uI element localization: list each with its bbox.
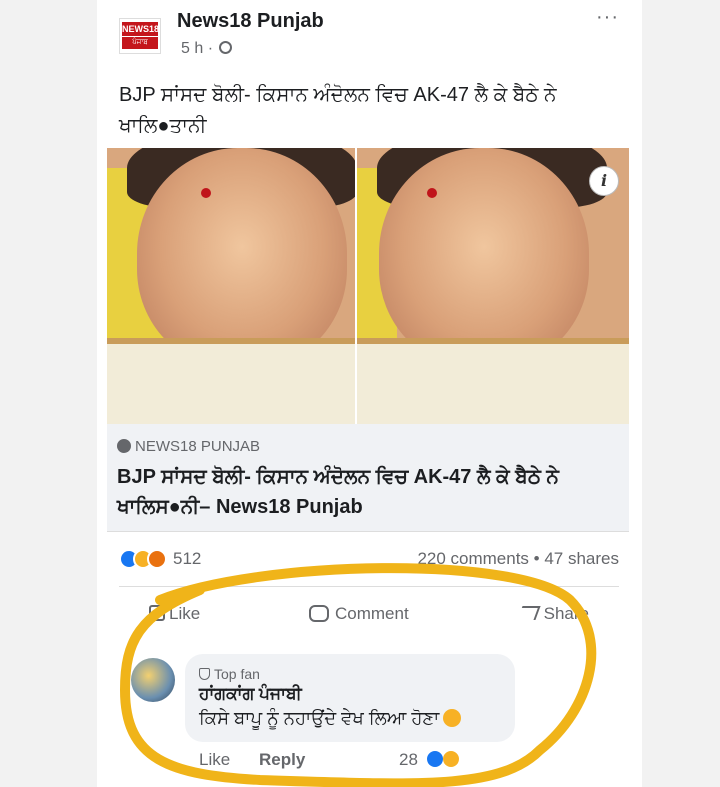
- page-logo[interactable]: NEWS18 ਪੰਜਾਬ: [119, 18, 161, 54]
- face-right: [379, 148, 589, 368]
- divider: [119, 586, 619, 587]
- reactions-row: 512 220 comments • 47 shares: [119, 546, 619, 576]
- comment-reply-link[interactable]: Reply: [259, 750, 305, 770]
- info-icon[interactable]: i: [589, 166, 619, 196]
- link-source-label: NEWS18 PUNJAB: [135, 438, 261, 455]
- share-icon: [517, 606, 541, 620]
- top-fan-label: Top fan: [214, 666, 260, 682]
- comment-author[interactable]: ਹਾਂਗਕਾਂਗ ਪੰਜਾਬੀ: [199, 684, 501, 704]
- post-time-label: 5 h ·: [181, 40, 214, 57]
- page-name[interactable]: News18 Punjab: [177, 10, 324, 33]
- comment-label: Comment: [335, 604, 409, 623]
- avatar[interactable]: [131, 658, 175, 702]
- post-header: NEWS18 ਪੰਜਾਬ News18 Punjab 5 h · ···: [119, 6, 619, 70]
- shield-icon: [199, 668, 210, 680]
- link-title: BJP ਸਾਂਸਦ ਬੋਲੀ- ਕਿਸਾਨ ਅੰਦੋਲਨ ਵਿਚ AK-47 ਲ…: [117, 466, 559, 518]
- share-button[interactable]: Share: [517, 604, 589, 624]
- reaction-count[interactable]: 512: [173, 549, 201, 569]
- comment-icon: [309, 605, 329, 622]
- share-label: Share: [543, 604, 589, 623]
- comment-bubble: Top fan ਹਾਂਗਕਾਂਗ ਪੰਜਾਬੀ ਕਿਸੇ ਬਾਪੂ ਨੂੰ ਨਹ…: [185, 654, 515, 742]
- more-options-icon[interactable]: ···: [596, 6, 619, 29]
- link-preview[interactable]: NEWS18 PUNJAB BJP ਸਾਂਸਦ ਬੋਲੀ- ਕਿਸਾਨ ਅੰਦੋ…: [107, 424, 629, 532]
- comments-shares-count[interactable]: 220 comments • 47 shares: [417, 549, 619, 569]
- comment-text: ਕਿਸੇ ਬਾਪੂ ਨੂੰ ਨਹਾਉਂਦੇ ਵੇਖ ਲਿਆ ਹੋਣਾ: [199, 708, 440, 728]
- image-panel-right: i: [357, 148, 629, 424]
- comment-body: ਕਿਸੇ ਬਾਪੂ ਨੂੰ ਨਹਾਉਂਦੇ ਵੇਖ ਲਿਆ ਹੋਣਾ: [199, 708, 501, 729]
- comment-like-link[interactable]: Like: [199, 750, 230, 770]
- post-card: NEWS18 ਪੰਜਾਬ News18 Punjab 5 h · ··· BJP…: [97, 0, 642, 787]
- comment-button[interactable]: Comment: [309, 604, 409, 624]
- link-source: NEWS18 PUNJAB: [117, 438, 260, 455]
- like-label: Like: [169, 604, 201, 623]
- laughing-emoji-icon: [443, 709, 462, 727]
- comment-reactions[interactable]: 28: [399, 750, 460, 770]
- image-panel-left: [107, 148, 355, 424]
- comment-reaction-count: 28: [399, 750, 418, 769]
- thumbs-up-icon: [149, 605, 165, 621]
- action-bar: Like Comment Share: [119, 598, 619, 634]
- like-reaction-icon: [426, 751, 443, 767]
- post-text: BJP ਸਾਂਸਦ ਬੋਲੀ- ਕਿਸਾਨ ਅੰਦੋਲਨ ਵਿਚ AK-47 ਲ…: [119, 84, 557, 137]
- top-fan-badge: Top fan: [199, 666, 501, 682]
- post-time[interactable]: 5 h ·: [181, 40, 233, 58]
- post-image[interactable]: i: [107, 148, 629, 424]
- logo-bottom-text: ਪੰਜਾਬ: [122, 37, 158, 49]
- haha-reaction-icon: [443, 751, 460, 767]
- globe-icon: [219, 41, 233, 54]
- angry-reaction-icon[interactable]: [147, 549, 167, 569]
- like-button[interactable]: Like: [149, 604, 200, 624]
- face-left: [137, 148, 347, 368]
- comment: Top fan ਹਾਂਗਕਾਂਗ ਪੰਜਾਬੀ ਕਿਸੇ ਬਾਪੂ ਨੂੰ ਨਹ…: [119, 654, 619, 784]
- logo-top-text: NEWS18: [122, 22, 160, 36]
- source-icon: [117, 439, 131, 453]
